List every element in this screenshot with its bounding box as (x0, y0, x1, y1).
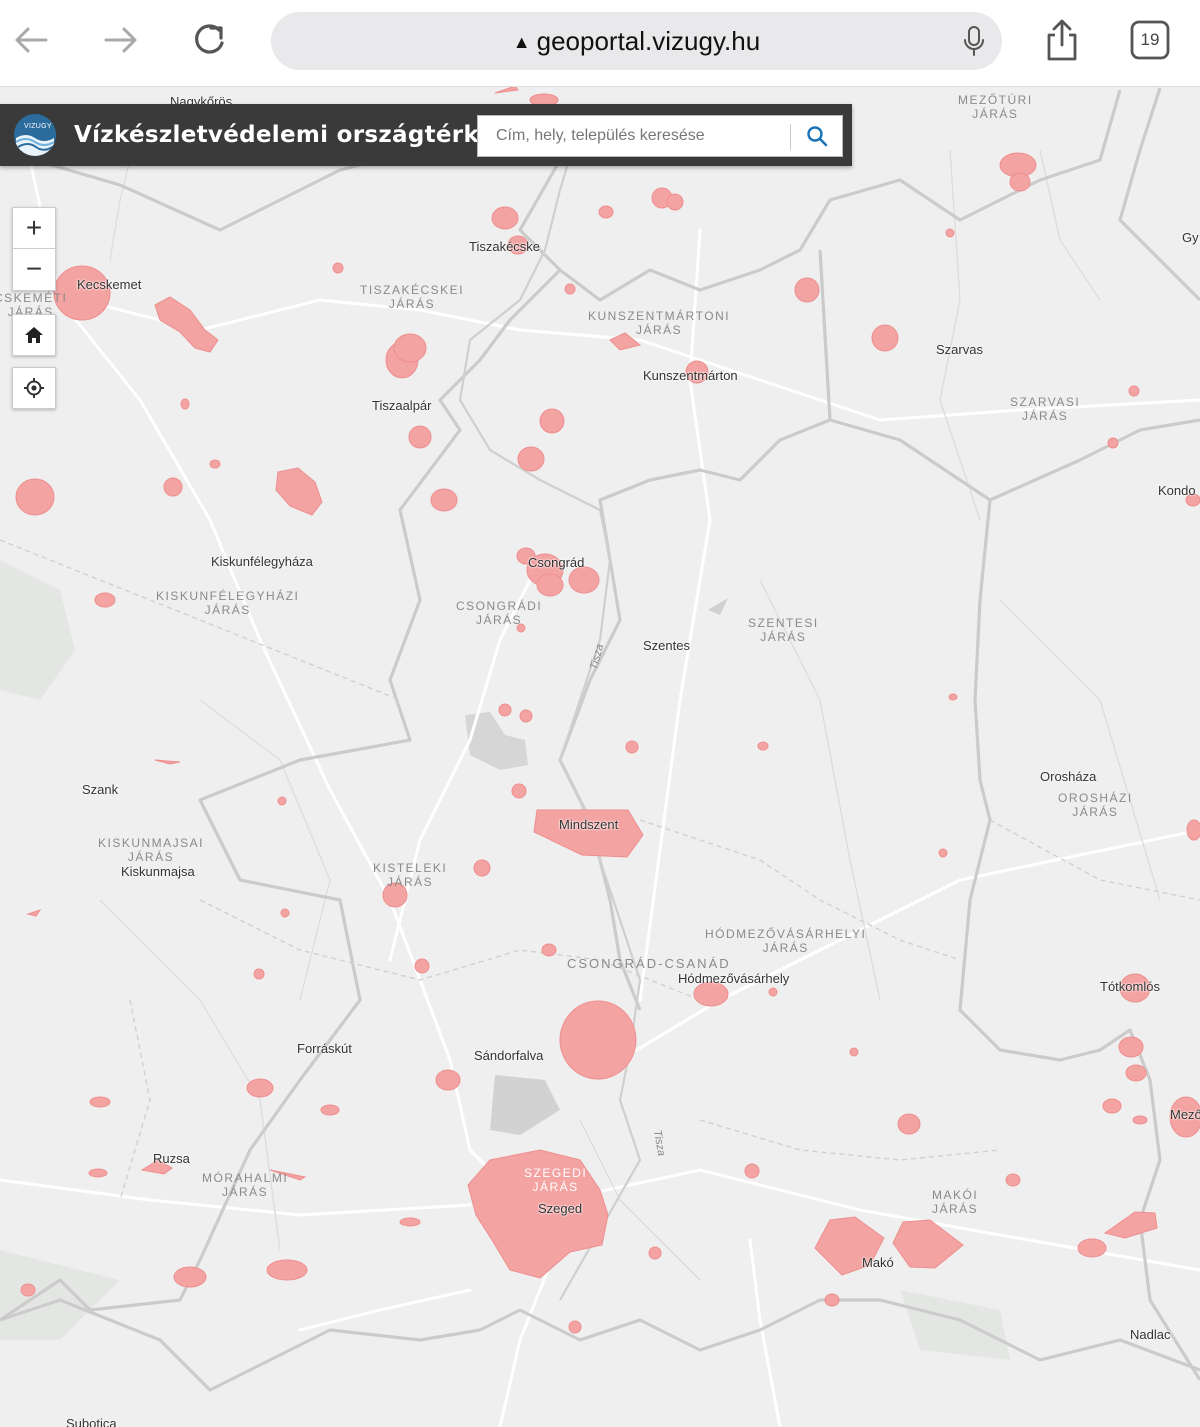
place-label: Kecskemet (77, 277, 142, 292)
map-layer (0, 87, 1200, 1427)
place-label: Subotica (66, 1416, 117, 1427)
district-label: KISKUNMAJSAI JÁRÁS (98, 836, 205, 864)
district-label: SZENTESI JÁRÁS (748, 616, 819, 644)
district-label: MEZŐTÚRI JÁRÁS (958, 93, 1033, 121)
search-divider (790, 124, 791, 150)
home-button[interactable] (12, 314, 56, 356)
search-button[interactable] (792, 116, 842, 156)
place-label: Orosháza (1040, 769, 1097, 784)
warning-icon: ▲ (512, 32, 531, 52)
place-label: Mező (1170, 1107, 1200, 1122)
place-label: Kunszentmárton (643, 368, 738, 383)
place-label: Szank (82, 782, 119, 797)
search-icon (807, 126, 828, 147)
app-header: VIZUGY Vízkészletvédelemi országtérkép (0, 104, 852, 166)
place-label: Nadlac (1130, 1327, 1171, 1342)
district-label: KISKUNFÉLEGYHÁZI JÁRÁS (156, 589, 300, 617)
place-label: Szentes (643, 638, 690, 653)
district-label: MÓRAHALMI JÁRÁS (202, 1171, 289, 1199)
back-arrow-icon (15, 27, 48, 53)
place-label: Makó (862, 1255, 894, 1270)
place-label: Gy (1182, 230, 1199, 245)
share-button[interactable] (1040, 18, 1084, 62)
browser-toolbar: ▲ geoportal.vizugy.hu 19 (0, 0, 1200, 87)
share-icon (1047, 19, 1077, 61)
home-icon (25, 327, 43, 343)
locate-button[interactable] (12, 367, 56, 409)
place-label: Mindszent (559, 817, 619, 832)
reload-icon (195, 24, 224, 54)
map-canvas[interactable]: Nagykőrös MEZŐTÚRI JÁRÁS Tiszakécske Kec… (0, 87, 1200, 1427)
place-label: Csongrád (528, 555, 585, 570)
url-text: ▲ geoportal.vizugy.hu (271, 12, 1002, 70)
place-label: Kiskunmajsa (121, 864, 195, 879)
microphone-icon (964, 26, 984, 56)
forward-button[interactable] (98, 18, 142, 62)
place-label: Szarvas (936, 342, 983, 357)
zoom-in-button[interactable]: + (13, 208, 55, 249)
tab-count: 19 (1140, 30, 1160, 49)
district-label: KUNSZENTMÁRTONI JÁRÁS (588, 309, 731, 337)
district-label: TISZAKÉCSKEI JÁRÁS (360, 283, 465, 311)
district-label: KISTELEKI JÁRÁS (373, 861, 448, 889)
microphone-button[interactable] (962, 25, 986, 62)
place-label: Tiszakécske (469, 239, 541, 254)
app-title: Vízkészletvédelemi országtérkép (74, 122, 512, 148)
place-label: Forráskút (297, 1041, 352, 1056)
zoom-control: + − (12, 207, 56, 291)
search-box (477, 115, 843, 157)
zoom-out-button[interactable]: − (13, 249, 55, 289)
district-label: HÓDMEZŐVÁSÁRHELYI JÁRÁS (705, 927, 867, 955)
place-label: Hódmezővásárhely (678, 971, 790, 986)
place-label: Ruzsa (153, 1151, 190, 1166)
district-label: MAKÓI JÁRÁS (932, 1188, 979, 1216)
district-label: OROSHÁZI JÁRÁS (1058, 791, 1133, 819)
back-button[interactable] (10, 18, 54, 62)
place-label: Kiskunfélegyháza (211, 554, 313, 569)
logo-text: VIZUGY (24, 123, 52, 130)
place-label: Tótkomlós (1100, 979, 1160, 994)
address-bar[interactable]: ▲ geoportal.vizugy.hu (271, 12, 1002, 70)
place-label: Kondo (1158, 483, 1196, 498)
reload-button[interactable] (188, 18, 232, 62)
district-label: SZEGEDI JÁRÁS (524, 1166, 588, 1194)
logo-image (14, 114, 56, 156)
county-label: CSONGRÁD-CSANÁD (567, 956, 731, 971)
search-input[interactable] (478, 116, 790, 156)
url-value: geoportal.vizugy.hu (536, 26, 761, 56)
place-label: Sándorfalva (474, 1048, 544, 1063)
district-label: SZARVASI JÁRÁS (1010, 395, 1081, 423)
forward-arrow-icon (104, 27, 137, 53)
app-logo: VIZUGY (14, 114, 56, 156)
tabs-button[interactable]: 19 (1128, 18, 1172, 62)
place-label: Szeged (538, 1201, 583, 1216)
locate-icon (24, 378, 44, 398)
place-label: Tiszaalpár (372, 398, 432, 413)
district-label: CSONGRÁDI JÁRÁS (456, 599, 543, 627)
